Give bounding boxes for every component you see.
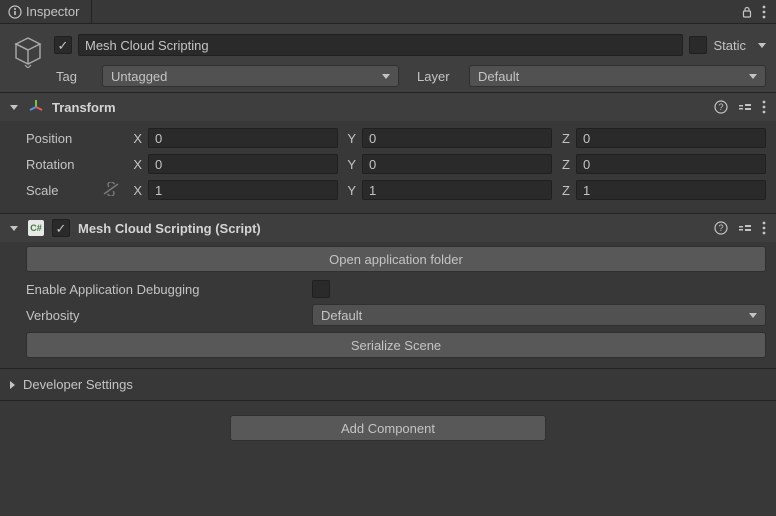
- position-label: Position: [26, 131, 124, 146]
- enable-debug-checkbox[interactable]: [312, 280, 330, 298]
- tab-bar: Inspector: [0, 0, 776, 24]
- scale-z-input[interactable]: [576, 180, 766, 200]
- scale-label-text: Scale: [26, 183, 59, 198]
- svg-text:?: ?: [718, 223, 723, 233]
- verbosity-value: Default: [321, 308, 362, 323]
- developer-settings-title: Developer Settings: [23, 377, 133, 392]
- add-component-area: Add Component: [0, 401, 776, 455]
- static-checkbox[interactable]: [689, 36, 707, 54]
- scale-label: Scale: [26, 182, 124, 199]
- transform-header[interactable]: Transform ?: [0, 93, 776, 121]
- lock-icon[interactable]: [740, 5, 754, 19]
- layer-value: Default: [478, 69, 519, 84]
- tab-title: Inspector: [26, 4, 79, 19]
- rotation-x-input[interactable]: [148, 154, 338, 174]
- tag-value: Untagged: [111, 69, 167, 84]
- foldout-icon[interactable]: [10, 226, 18, 231]
- scale-x-input[interactable]: [148, 180, 338, 200]
- kebab-icon[interactable]: [762, 100, 766, 114]
- gameobject-header: Static Tag Untagged Layer Default: [0, 24, 776, 93]
- layer-label: Layer: [417, 69, 463, 84]
- serialize-scene-button[interactable]: Serialize Scene: [26, 332, 766, 358]
- axis-x-label: X: [128, 183, 144, 198]
- transform-icon: [28, 99, 44, 115]
- foldout-icon[interactable]: [10, 381, 15, 389]
- help-icon[interactable]: ?: [714, 221, 728, 235]
- add-component-button[interactable]: Add Component: [230, 415, 546, 441]
- position-x-input[interactable]: [148, 128, 338, 148]
- gameobject-name-input[interactable]: [78, 34, 683, 56]
- info-icon: [8, 5, 22, 19]
- component-enabled-checkbox[interactable]: [52, 219, 70, 237]
- tag-label: Tag: [56, 69, 96, 84]
- axis-x-label: X: [128, 157, 144, 172]
- static-label: Static: [713, 38, 746, 53]
- csharp-script-icon: C#: [28, 220, 44, 236]
- constrain-proportions-icon[interactable]: [102, 182, 120, 199]
- rotation-label: Rotation: [26, 157, 124, 172]
- axis-z-label: Z: [556, 183, 572, 198]
- rotation-z-input[interactable]: [576, 154, 766, 174]
- transform-component: Transform ? Position X Y Z Rotation X Y: [0, 93, 776, 214]
- chevron-down-icon: [749, 74, 757, 79]
- verbosity-dropdown[interactable]: Default: [312, 304, 766, 326]
- foldout-icon[interactable]: [10, 105, 18, 110]
- inspector-tab[interactable]: Inspector: [0, 0, 92, 23]
- script-header[interactable]: C# Mesh Cloud Scripting (Script) ?: [0, 214, 776, 242]
- presets-icon[interactable]: [738, 221, 752, 235]
- chevron-down-icon: [382, 74, 390, 79]
- scale-y-input[interactable]: [362, 180, 552, 200]
- svg-text:?: ?: [718, 102, 723, 112]
- kebab-icon[interactable]: [762, 221, 766, 235]
- mesh-cloud-scripting-component: C# Mesh Cloud Scripting (Script) ? Open …: [0, 214, 776, 369]
- open-application-folder-button[interactable]: Open application folder: [26, 246, 766, 272]
- presets-icon[interactable]: [738, 100, 752, 114]
- axis-z-label: Z: [556, 157, 572, 172]
- axis-x-label: X: [128, 131, 144, 146]
- axis-y-label: Y: [342, 157, 358, 172]
- chevron-down-icon: [749, 313, 757, 318]
- verbosity-label: Verbosity: [26, 308, 306, 323]
- axis-z-label: Z: [556, 131, 572, 146]
- static-dropdown-arrow[interactable]: [758, 43, 766, 48]
- axis-y-label: Y: [342, 131, 358, 146]
- layer-dropdown[interactable]: Default: [469, 65, 766, 87]
- developer-settings-section[interactable]: Developer Settings: [0, 369, 776, 401]
- script-title: Mesh Cloud Scripting (Script): [78, 221, 706, 236]
- enable-debug-label: Enable Application Debugging: [26, 282, 306, 297]
- help-icon[interactable]: ?: [714, 100, 728, 114]
- axis-y-label: Y: [342, 183, 358, 198]
- gameobject-icon[interactable]: [10, 33, 46, 69]
- position-y-input[interactable]: [362, 128, 552, 148]
- tag-dropdown[interactable]: Untagged: [102, 65, 399, 87]
- kebab-icon[interactable]: [762, 5, 766, 19]
- position-z-input[interactable]: [576, 128, 766, 148]
- transform-title: Transform: [52, 100, 706, 115]
- rotation-y-input[interactable]: [362, 154, 552, 174]
- active-checkbox[interactable]: [54, 36, 72, 54]
